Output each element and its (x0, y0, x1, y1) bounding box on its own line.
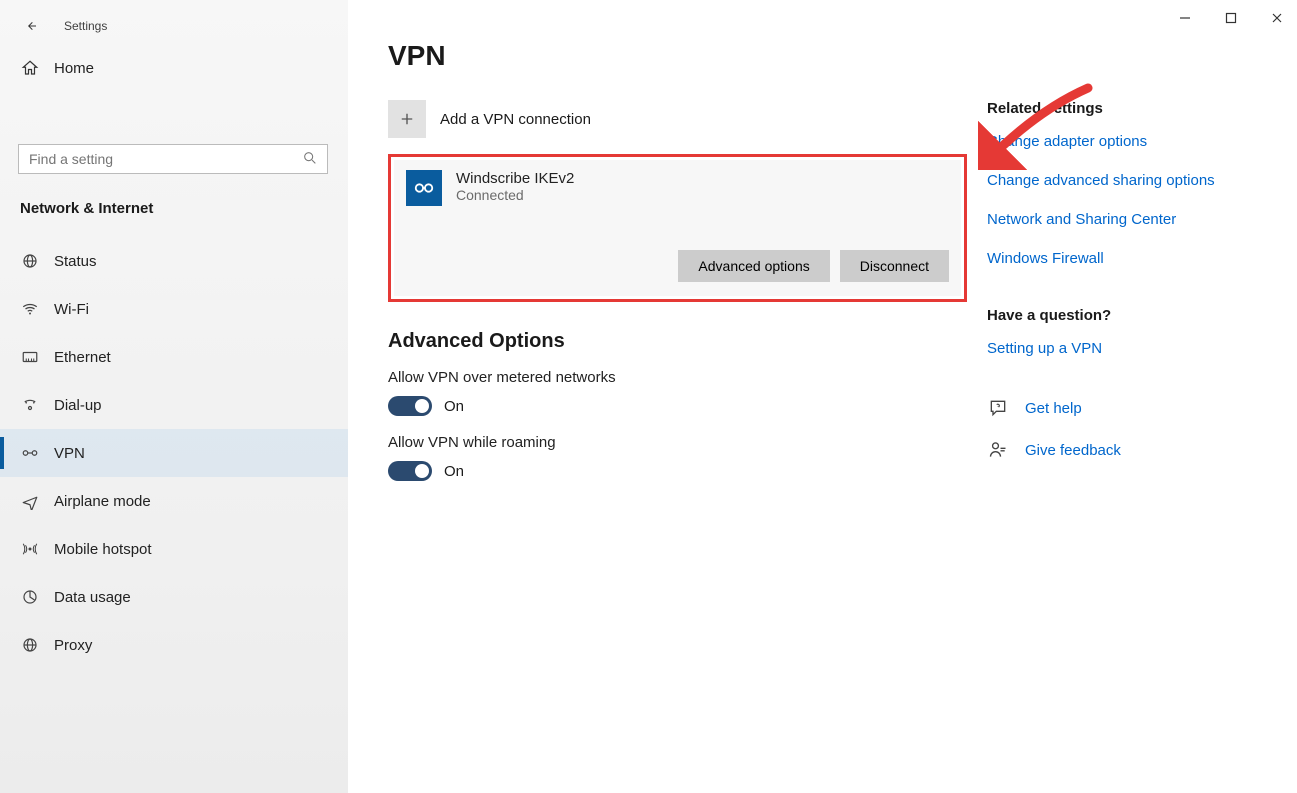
get-help-row[interactable]: Get help (987, 397, 1257, 419)
advanced-options-heading: Advanced Options (388, 330, 967, 353)
sidebar-item-label: Data usage (54, 589, 131, 606)
sidebar-item-label: Ethernet (54, 349, 111, 366)
toggle-metered-state: On (444, 398, 464, 415)
sidebar-item-label: Airplane mode (54, 493, 151, 510)
dialup-icon (20, 395, 40, 415)
close-icon (1271, 12, 1283, 24)
related-heading: Related settings (987, 100, 1257, 117)
app-title: Settings (64, 19, 107, 33)
link-change-adapter[interactable]: Change adapter options (987, 133, 1257, 150)
search-input[interactable] (18, 144, 328, 174)
wifi-icon (20, 299, 40, 319)
sidebar-home[interactable]: Home (0, 46, 348, 90)
toggle-roaming-label: Allow VPN while roaming (388, 434, 967, 451)
search-icon (302, 150, 318, 166)
question-heading: Have a question? (987, 307, 1257, 324)
sidebar-item-proxy[interactable]: Proxy (0, 621, 348, 669)
plus-icon (388, 100, 426, 138)
link-give-feedback[interactable]: Give feedback (1025, 442, 1121, 459)
sidebar-item-label: Mobile hotspot (54, 541, 152, 558)
home-icon (20, 58, 40, 78)
feedback-icon (987, 439, 1009, 461)
link-network-sharing-center[interactable]: Network and Sharing Center (987, 211, 1257, 228)
toggle-roaming: Allow VPN while roaming On (388, 434, 967, 481)
vpn-disconnect-button[interactable]: Disconnect (840, 250, 949, 282)
link-setting-up-vpn[interactable]: Setting up a VPN (987, 340, 1257, 357)
page-title: VPN (388, 40, 967, 72)
ethernet-icon (20, 347, 40, 367)
sidebar-item-dialup[interactable]: Dial-up (0, 381, 348, 429)
maximize-button[interactable] (1221, 8, 1241, 28)
arrow-left-icon (26, 17, 38, 35)
proxy-icon (20, 635, 40, 655)
vpn-connection-name: Windscribe IKEv2 (456, 170, 574, 187)
sidebar-item-vpn[interactable]: VPN (0, 429, 348, 477)
sidebar-item-label: Wi-Fi (54, 301, 89, 318)
sidebar-nav: Status Wi-Fi Ethernet Dial-up (0, 237, 348, 669)
close-button[interactable] (1267, 8, 1287, 28)
help-icon (987, 397, 1009, 419)
airplane-icon (20, 491, 40, 511)
back-button[interactable] (20, 14, 44, 38)
minimize-icon (1179, 12, 1191, 24)
link-windows-firewall[interactable]: Windows Firewall (987, 250, 1257, 267)
vpn-advanced-options-button[interactable]: Advanced options (678, 250, 829, 282)
status-icon (20, 251, 40, 271)
sidebar-item-hotspot[interactable]: Mobile hotspot (0, 525, 348, 573)
annotation-highlight: Windscribe IKEv2 Connected Advanced opti… (388, 154, 967, 302)
vpn-icon (20, 443, 40, 463)
sidebar-category: Network & Internet (0, 182, 348, 237)
hotspot-icon (20, 539, 40, 559)
link-get-help[interactable]: Get help (1025, 400, 1082, 417)
toggle-roaming-state: On (444, 463, 464, 480)
sidebar-item-wifi[interactable]: Wi-Fi (0, 285, 348, 333)
sidebar-item-datausage[interactable]: Data usage (0, 573, 348, 621)
sidebar-item-label: Dial-up (54, 397, 102, 414)
toggle-metered: Allow VPN over metered networks On (388, 369, 967, 416)
toggle-roaming-switch[interactable] (388, 461, 432, 481)
window-controls (1175, 8, 1287, 28)
feedback-row[interactable]: Give feedback (987, 439, 1257, 461)
vpn-connection-card[interactable]: Windscribe IKEv2 Connected Advanced opti… (394, 160, 961, 296)
sidebar-item-airplane[interactable]: Airplane mode (0, 477, 348, 525)
link-advanced-sharing[interactable]: Change advanced sharing options (987, 172, 1257, 189)
sidebar-item-label: VPN (54, 445, 85, 462)
vpn-connection-status: Connected (456, 187, 574, 203)
maximize-icon (1225, 12, 1237, 24)
settings-sidebar: Settings Home Network & Internet Status (0, 0, 348, 793)
data-usage-icon (20, 587, 40, 607)
related-settings-rail: Related settings Change adapter options … (967, 100, 1257, 793)
minimize-button[interactable] (1175, 8, 1195, 28)
add-vpn-button[interactable]: Add a VPN connection (388, 100, 967, 138)
vpn-connection-icon (406, 170, 442, 206)
settings-main: VPN Add a VPN connection Windscribe IKEv… (348, 0, 1297, 793)
sidebar-item-ethernet[interactable]: Ethernet (0, 333, 348, 381)
toggle-metered-label: Allow VPN over metered networks (388, 369, 967, 386)
sidebar-item-label: Status (54, 253, 97, 270)
sidebar-home-label: Home (54, 60, 94, 77)
add-vpn-label: Add a VPN connection (440, 111, 591, 128)
toggle-metered-switch[interactable] (388, 396, 432, 416)
sidebar-item-label: Proxy (54, 637, 92, 654)
sidebar-item-status[interactable]: Status (0, 237, 348, 285)
